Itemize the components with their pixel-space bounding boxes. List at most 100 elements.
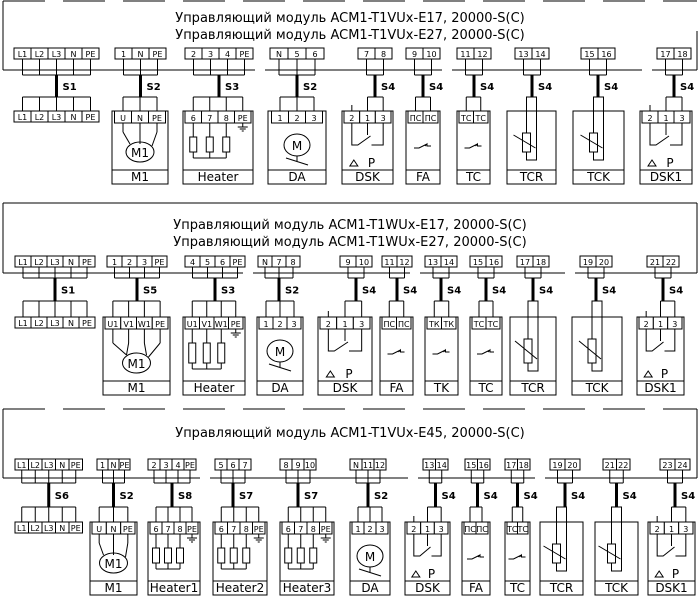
terminal-label: 7 xyxy=(207,114,212,123)
terminal-label: 1 xyxy=(263,320,268,329)
terminal-label: PE xyxy=(254,525,264,534)
terminal-label: 8 xyxy=(283,461,288,470)
cable-label: S4 xyxy=(524,491,538,502)
block-tcr: 13 14 S4 TCR xyxy=(506,47,557,185)
block-dsk: 9 10 S4 DSK 2 1 3 P xyxy=(317,255,376,396)
cable-label: S2 xyxy=(303,82,317,93)
block-heater2: 5 6 7S7Heater26 7 8 PE xyxy=(212,458,268,596)
device-name: DSK xyxy=(333,381,359,395)
terminal-label: 12 xyxy=(477,50,487,59)
device-name: Heater xyxy=(198,170,239,184)
terminal-label: 1 xyxy=(342,320,347,329)
device-name: TCR xyxy=(520,381,544,395)
terminal-label: PE xyxy=(321,525,331,534)
terminal-label: 6 xyxy=(153,525,158,534)
device-name: M1 xyxy=(128,381,146,395)
terminal-label: ПС xyxy=(398,320,410,329)
terminal-label: PE xyxy=(71,461,81,470)
terminal-label: U xyxy=(120,114,126,123)
terminal-label: L1 xyxy=(17,524,27,533)
terminal-label: 18 xyxy=(677,50,687,59)
terminal-label: PE xyxy=(123,525,133,534)
block-dsk1: 21 22S4DSK12 1 3P xyxy=(636,255,685,396)
terminal-label: ПС xyxy=(464,525,476,534)
device-name: TCK xyxy=(586,170,611,184)
terminal-label: 6 xyxy=(220,258,225,267)
terminal-label: ТС xyxy=(517,525,529,534)
terminal-label: 8 xyxy=(290,258,295,267)
terminal-label: L3 xyxy=(44,524,54,533)
block-da: N 7 8 S2 DA 1 2 3 M xyxy=(256,255,304,396)
device-name: TCR xyxy=(549,581,573,595)
cable-label: S4 xyxy=(681,491,695,502)
block-power-terminals: L1 L2 L3 N PES6L1 L2 L3 N PE xyxy=(14,458,83,534)
block-tk: 13 14 S4 TK ТК ТК xyxy=(424,255,461,396)
cable-label: S4 xyxy=(381,82,395,93)
block-m1: 1 2 3 PE S5 M1 U1 V1 W1 PE M1 xyxy=(102,255,171,396)
pressure-symbol: P xyxy=(345,367,352,381)
terminal-label: 7 xyxy=(231,525,236,534)
cable-label: S1 xyxy=(63,82,77,93)
terminal-label: PE xyxy=(153,50,163,59)
terminal-label: 12 xyxy=(375,461,385,470)
cable-label: S8 xyxy=(178,491,192,502)
terminal-label: 1 xyxy=(663,114,668,123)
block-fa: 11 12 S4 FA ПС ПС xyxy=(379,255,417,396)
cable-label: S4 xyxy=(492,286,506,297)
cable-label: S2 xyxy=(285,286,299,297)
terminal-label: ТС xyxy=(473,320,485,329)
device-name: Heater3 xyxy=(283,581,331,595)
terminal-label: 8 xyxy=(381,50,386,59)
block-tcr: 19 20 S4 TCR xyxy=(539,458,585,596)
terminal-label: ПС xyxy=(425,114,437,123)
terminal-label: N xyxy=(111,461,117,470)
terminal-label: N xyxy=(276,50,282,59)
terminal-label: ПС xyxy=(476,525,488,534)
terminal-label: ПС xyxy=(410,114,422,123)
cable-label: S4 xyxy=(484,491,498,502)
pressure-symbol: P xyxy=(428,567,435,581)
terminal-label: L2 xyxy=(30,524,40,533)
terminal-label: PE xyxy=(86,113,96,122)
cable-label: S2 xyxy=(120,491,134,502)
cable-label: S2 xyxy=(147,82,161,93)
terminal-label: 3 xyxy=(679,114,684,123)
terminal-label: L3 xyxy=(50,258,60,267)
terminal-label: 7 xyxy=(242,461,247,470)
device-name: DA xyxy=(361,581,379,595)
terminal-label: 9 xyxy=(295,461,300,470)
terminal-label: 15 xyxy=(473,258,483,267)
terminal-label: L2 xyxy=(35,50,45,59)
terminal-label: 15 xyxy=(584,50,594,59)
terminal-label: 13 xyxy=(518,50,528,59)
block-tcr: 17 18 S4 TCR xyxy=(509,255,557,396)
block-tc: 15 16 S4 TC ТС ТС xyxy=(469,255,506,396)
device-name: TK xyxy=(433,381,450,395)
device-name: DSK1 xyxy=(644,381,676,395)
terminal-label: V1 xyxy=(201,320,212,329)
cable-label: S4 xyxy=(602,286,616,297)
terminal-label: PE xyxy=(82,258,92,267)
block-tc: 17 18 S4 TC ТС ТС xyxy=(504,458,538,596)
terminal-label: ТК xyxy=(428,320,440,329)
terminal-label: 19 xyxy=(552,461,562,470)
terminal-label: 2 xyxy=(326,320,331,329)
terminal-label: 21 xyxy=(605,461,615,470)
pressure-symbol: P xyxy=(666,156,673,170)
terminal-label: L2 xyxy=(34,258,44,267)
section-2: Управляющий модуль ACM1-T1WUx-E17, 20000… xyxy=(2,202,698,396)
motor-symbol: M1 xyxy=(128,357,146,371)
terminal-label: 14 xyxy=(437,461,447,470)
terminal-label: L1 xyxy=(18,50,28,59)
terminal-label: 3 xyxy=(672,320,677,329)
terminal-label: ТС xyxy=(460,114,472,123)
motor-symbol: M1 xyxy=(105,557,123,571)
cable-label: S4 xyxy=(447,286,461,297)
terminal-label: PE xyxy=(187,525,197,534)
device-name: DA xyxy=(271,381,289,395)
terminal-label: 10 xyxy=(305,461,315,470)
terminal-label: 2 xyxy=(294,114,299,123)
terminal-label: 11 xyxy=(384,258,394,267)
block-tck: 19 20 S4 TCK xyxy=(571,255,623,396)
terminal-label: PE xyxy=(82,319,92,328)
